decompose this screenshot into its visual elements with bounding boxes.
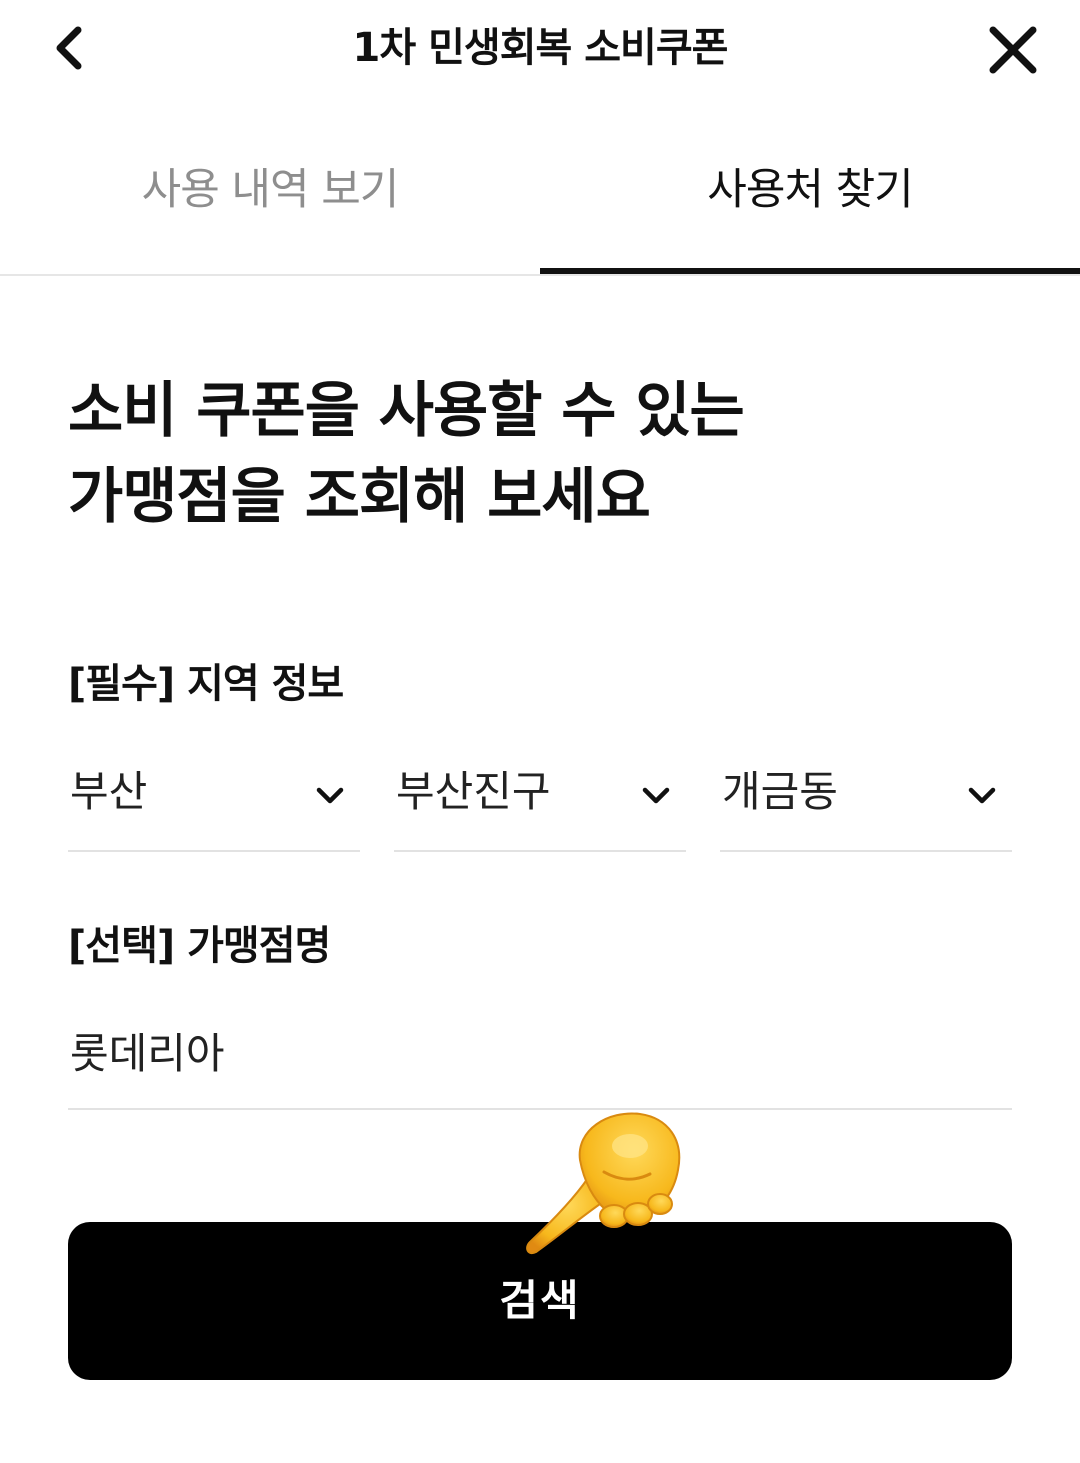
header: 1차 민생회복 소비쿠폰 — [0, 0, 1080, 100]
headline-line-2: 가맹점을 조회해 보세요 — [68, 462, 651, 532]
tab-find-stores[interactable]: 사용처 찾기 — [540, 140, 1080, 272]
tab-usage-history[interactable]: 사용 내역 보기 — [0, 140, 540, 272]
store-name-input[interactable]: 롯데리아 — [68, 1012, 1012, 1110]
region-section-label: [필수] 지역 정보 — [68, 661, 344, 707]
active-tab-indicator — [540, 268, 1080, 274]
chevron-down-icon — [310, 776, 350, 816]
city-select[interactable]: 부산 — [68, 752, 360, 852]
headline-line-1: 소비 쿠폰을 사용할 수 있는 — [68, 376, 745, 446]
store-section-label: [선택] 가맹점명 — [68, 923, 331, 969]
close-icon — [989, 26, 1037, 74]
chevron-down-icon — [962, 776, 1002, 816]
page-title: 1차 민생회복 소비쿠폰 — [352, 25, 729, 71]
store-name-value: 롯데리아 — [70, 1029, 225, 1078]
district-select-value: 부산진구 — [396, 767, 551, 816]
district-select[interactable]: 부산진구 — [394, 752, 686, 852]
page-headline: 소비 쿠폰을 사용할 수 있는 가맹점을 조회해 보세요 — [68, 368, 1008, 540]
chevron-down-icon — [636, 776, 676, 816]
dong-select-value: 개금동 — [722, 767, 838, 816]
city-select-value: 부산 — [70, 767, 148, 816]
close-button[interactable] — [978, 18, 1048, 82]
dong-select[interactable]: 개금동 — [720, 752, 1012, 852]
pointing-hand-icon — [526, 1112, 681, 1254]
tab-bar: 사용 내역 보기 사용처 찾기 — [0, 140, 1080, 276]
